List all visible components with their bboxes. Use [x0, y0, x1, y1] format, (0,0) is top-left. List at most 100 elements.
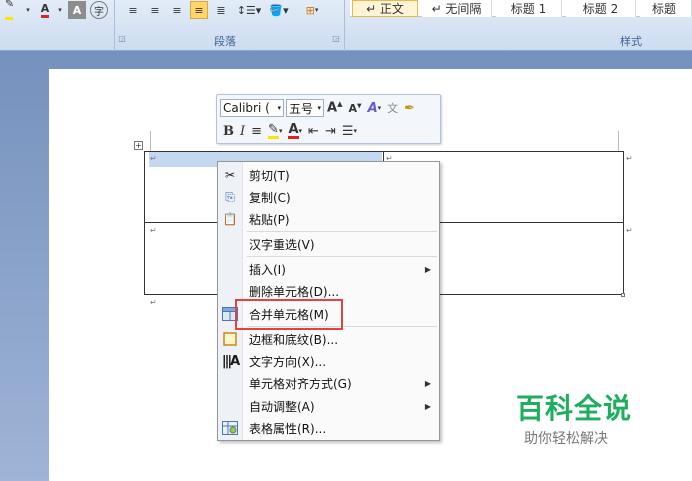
chevron-down-icon[interactable]: ▾: [24, 1, 32, 19]
align-right-button[interactable]: ≡: [168, 1, 186, 19]
character-shading-button[interactable]: A: [68, 1, 86, 19]
highlighter-icon: ✎: [268, 121, 279, 139]
distributed-button[interactable]: ≣: [212, 1, 230, 19]
menu-item-label: 删除单元格(D)...: [249, 284, 340, 299]
style-heading-1[interactable]: 标题 1: [496, 0, 562, 17]
highlighter-icon: ✎: [5, 0, 21, 23]
highlight-color-button[interactable]: ✎: [4, 0, 22, 20]
shading-button[interactable]: 🪣▾: [266, 1, 292, 19]
chevron-down-icon: ▾: [317, 104, 321, 112]
phonetic-guide-icon: 文: [387, 102, 399, 115]
format-painter-button[interactable]: ✒: [401, 99, 418, 117]
menu-item-borders-shading[interactable]: 边框和底纹(B)...: [218, 328, 439, 350]
shrink-font-button[interactable]: A▼: [345, 99, 364, 117]
table-resize-handle[interactable]: [621, 293, 625, 297]
shading-icon: A: [72, 3, 82, 17]
menu-item-label: 剪切(T): [249, 168, 290, 183]
style-no-spacing[interactable]: ↵ 无间隔: [422, 0, 492, 17]
paste-icon: 📋: [222, 212, 238, 226]
justify-icon: ≡: [194, 3, 204, 17]
style-heading-2[interactable]: 标题 2: [566, 0, 636, 17]
grow-font-icon: A▲: [327, 100, 343, 116]
chevron-down-icon: ▾: [377, 104, 382, 112]
menu-item-autofit[interactable]: 自动调整(A) ▶: [218, 395, 439, 417]
line-spacing-icon: ↕☰▾: [236, 3, 262, 17]
table-move-handle-icon[interactable]: +: [134, 141, 143, 150]
menu-item-cell-alignment[interactable]: 单元格对齐方式(G) ▶: [218, 372, 439, 394]
distributed-icon: ≣: [216, 3, 226, 17]
table-properties-icon: [222, 420, 238, 436]
font-name-value: Calibri (: [223, 101, 270, 115]
decrease-indent-icon: ⇤: [308, 123, 319, 139]
style-title[interactable]: 标题: [640, 0, 692, 17]
align-left-button[interactable]: ≡: [124, 1, 142, 19]
menu-item-cut[interactable]: ✂ 剪切(T): [218, 164, 439, 186]
enclose-character-icon: 字: [94, 6, 104, 18]
row-end-mark: ↵: [626, 226, 633, 235]
scissors-icon: ✂: [224, 168, 236, 182]
grow-font-button[interactable]: A▲: [324, 99, 345, 117]
font-color-button[interactable]: A ▾: [285, 122, 305, 140]
italic-button[interactable]: I: [237, 122, 248, 140]
group-separator: [344, 0, 345, 51]
menu-item-insert[interactable]: 插入(I) ▶: [218, 258, 439, 280]
align-right-icon: ≡: [172, 3, 182, 17]
increase-indent-icon: ⇥: [324, 123, 336, 139]
style-normal[interactable]: ↵ 正文: [352, 0, 418, 17]
align-center-icon: ≡: [150, 3, 160, 17]
mini-toolbar-row-2: B I ≡ ✎ ▾ A ▾ ⇤ ⇥ ☰ ▾: [220, 120, 360, 142]
menu-item-label: 粘贴(P): [249, 212, 290, 227]
watermark-subtitle: 助你轻松解决: [524, 431, 608, 447]
text-direction-icon: |||A: [221, 353, 240, 369]
font-size-combo[interactable]: 五号 ▾: [286, 99, 324, 117]
enclose-character-button[interactable]: 字: [90, 1, 108, 19]
table-border-left: [144, 151, 145, 295]
align-center-icon: ≡: [251, 123, 263, 139]
center-button[interactable]: ≡: [248, 122, 265, 140]
borders-icon: [222, 331, 238, 347]
chevron-down-icon: ▾: [314, 6, 319, 14]
chevron-down-icon: ▾: [278, 127, 283, 135]
menu-item-label: 文字方向(X)...: [249, 354, 327, 369]
bold-button[interactable]: B: [220, 122, 237, 140]
bullet-list-icon: ☰: [341, 123, 354, 139]
styles-button[interactable]: A ▾: [365, 99, 385, 117]
mini-toolbar-row-1: Calibri (▾ 五号 ▾ A▲ A▼ A ▾ 文 ✒: [220, 97, 418, 119]
menu-item-table-properties[interactable]: 表格属性(R)...: [218, 417, 439, 439]
styles-group-label: 样式: [620, 35, 642, 48]
borders-button[interactable]: ⊞ ▾: [296, 1, 328, 19]
styles-gallery: ↵ 正文 ↵ 无间隔 标题 1 标题 2 标题: [350, 0, 692, 17]
font-color-icon: A: [40, 2, 50, 18]
menu-separator: [247, 231, 437, 232]
menu-item-text-direction[interactable]: |||A 文字方向(X)...: [218, 350, 439, 372]
menu-item-copy[interactable]: ⎘ 复制(C): [218, 186, 439, 208]
decrease-indent-button[interactable]: ⇤: [305, 122, 322, 140]
increase-indent-button[interactable]: ⇥: [322, 122, 339, 140]
chevron-down-icon: ▾: [353, 127, 358, 135]
format-painter-icon: ✒: [404, 100, 416, 116]
line-spacing-button[interactable]: ↕☰▾: [236, 1, 262, 19]
align-center-button[interactable]: ≡: [146, 1, 164, 19]
bullets-button[interactable]: ☰ ▾: [339, 122, 360, 140]
paint-bucket-icon: 🪣▾: [269, 3, 289, 17]
font-color-button[interactable]: A: [36, 1, 54, 19]
submenu-arrow-icon: ▶: [424, 401, 431, 411]
ribbon: ✎ ▾ A ▾ A 字 ≡ ≡ ≡ ≡ ≣ ↕☰▾ 🪣▾ ⊞ ▾ ◲ 段落 ◲ ↵…: [0, 0, 692, 51]
highlight-button[interactable]: ✎ ▾: [265, 122, 285, 140]
phonetic-guide-button[interactable]: 文: [384, 99, 401, 117]
font-name-combo[interactable]: Calibri (▾: [220, 99, 284, 117]
menu-item-reconvert[interactable]: 汉字重选(V): [218, 233, 439, 255]
font-size-value: 五号: [289, 101, 314, 116]
justify-button[interactable]: ≡: [190, 1, 208, 19]
font-dialog-launcher-icon[interactable]: ◲: [117, 34, 127, 44]
chevron-down-icon[interactable]: ▾: [56, 1, 64, 19]
paragraph-dialog-launcher-icon[interactable]: ◲: [331, 34, 341, 44]
submenu-arrow-icon: ▶: [424, 264, 431, 274]
menu-item-label: 自动调整(A): [249, 399, 315, 414]
menu-item-label: 复制(C): [249, 190, 291, 205]
menu-item-paste[interactable]: 📋 粘贴(P): [218, 208, 439, 230]
chevron-down-icon: ▾: [298, 127, 303, 135]
table-border-right: [623, 151, 624, 295]
shrink-font-icon: A▼: [348, 101, 362, 115]
menu-item-label: 汉字重选(V): [249, 237, 315, 252]
